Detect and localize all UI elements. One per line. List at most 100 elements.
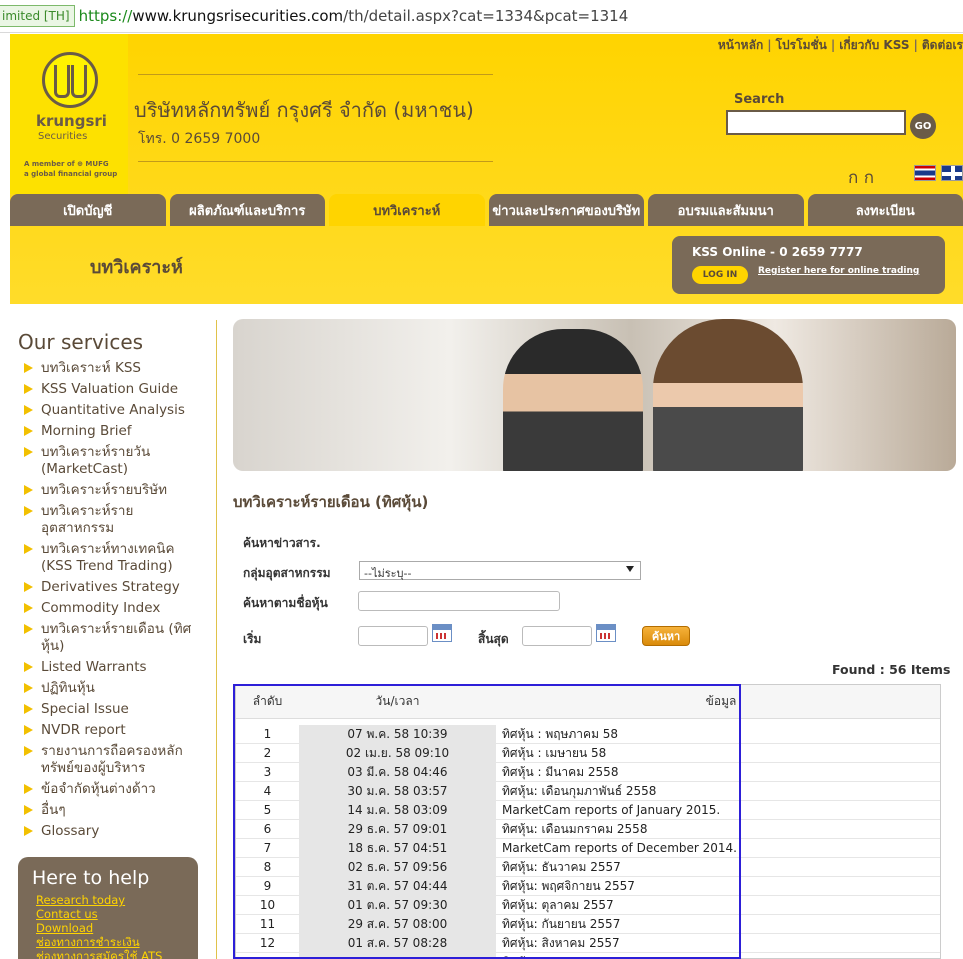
help-link-contact[interactable]: Contact us [36, 907, 162, 921]
company-name: บริษัทหลักทรัพย์ กรุงศรี จำกัด (มหาชน) [134, 98, 474, 122]
start-date-input[interactable] [358, 626, 428, 646]
table-row[interactable]: 3 03 มี.ค. 58 04:46 ทิศหุ้น : มีนาคม 2558 [236, 763, 940, 782]
end-date-input[interactable] [522, 626, 592, 646]
table-row[interactable]: 4 30 ม.ค. 58 03:57 ทิศหุ้น: เดือนกุมภาพันธ… [236, 782, 940, 801]
service-item[interactable]: บทวิเคราะห์ราย อุตสาหกรรม [18, 503, 194, 537]
service-item[interactable]: รายงานการถือครองหลักทรัพย์ของผู้บริหาร [18, 743, 194, 777]
table-row[interactable]: 10 01 ต.ค. 57 09:30 ทิศหุ้น: ตุลาคม 2557 [236, 896, 940, 915]
top-link-home[interactable]: หน้าหลัก [718, 38, 763, 52]
service-item[interactable]: Commodity Index [18, 600, 194, 617]
search-input[interactable] [726, 110, 906, 135]
service-item[interactable]: KSS Valuation Guide [18, 381, 194, 398]
service-item[interactable]: บทวิเคราะห์รายวัน (MarketCast) [18, 444, 194, 478]
row-info-link[interactable]: ทิศหุ้น: เดือนมกราคม 2558 [496, 820, 940, 839]
row-info-link[interactable]: ทิศหุ้น: เดือนกุมภาพันธ์ 2558 [496, 782, 940, 801]
help-link-payment[interactable]: ช่องทางการชำระเงิน [36, 935, 162, 949]
row-index: 7 [263, 841, 272, 855]
row-info-link[interactable]: ทิศหุ้น : มีนาคม 2558 [496, 763, 940, 782]
search-button[interactable]: ค้นหา [642, 626, 690, 646]
table-row[interactable]: 1303 ก.ค. 57 09:39ทิศหุ้น: กรกฎาคม 2557 [236, 953, 940, 959]
header-rule-bottom [138, 161, 493, 162]
industry-select[interactable]: --ไม่ระบุ-- [359, 561, 641, 580]
tab-news[interactable]: ข่าวและประกาศของบริษัท [488, 194, 644, 226]
row-index: 6 [263, 822, 272, 836]
row-info-link[interactable]: MarketCam reports of December 2014. [496, 841, 940, 855]
tab-research[interactable]: บทวิเคราะห์ [329, 194, 485, 226]
row-info-link[interactable]: ทิศหุ้น: กันยายน 2557 [496, 915, 940, 934]
column-header-index[interactable]: ลำดับ [236, 692, 299, 711]
service-item[interactable]: บทวิเคราะห์รายบริษัท [18, 482, 194, 499]
arrow-right-icon [24, 662, 33, 672]
top-link-contact[interactable]: ติดต่อเร [922, 38, 963, 52]
service-item[interactable]: Quantitative Analysis [18, 402, 194, 419]
help-link-download[interactable]: Download [36, 921, 162, 935]
table-row[interactable]: 9 31 ต.ค. 57 04:44 ทิศหุ้น: พฤศจิกายน 2557 [236, 877, 940, 896]
service-item[interactable]: Morning Brief [18, 423, 194, 440]
service-item[interactable]: บทวิเคราะห์ทางเทคนิค (KSS Trend Trading) [18, 541, 194, 575]
uk-flag-icon[interactable] [941, 165, 963, 181]
services-sidebar: Our services บทวิเคราะห์ KSS KSS Valuati… [18, 320, 218, 959]
row-info-link[interactable]: ทิศหุ้น : พฤษภาคม 58 [496, 725, 940, 744]
thai-flag-icon[interactable] [914, 165, 936, 181]
table-row[interactable]: 8 02 ธ.ค. 57 09:56 ทิศหุ้น: ธันวาคม 2557 [236, 858, 940, 877]
logo-area[interactable]: krungsri Securities A member of ⊕ MUFG a… [10, 34, 128, 194]
help-link-research-today[interactable]: Research today [36, 893, 162, 907]
help-title: Here to help [32, 867, 150, 889]
row-index: 8 [263, 860, 272, 874]
row-info-link[interactable]: MarketCam reports of January 2015. [496, 803, 940, 817]
tab-products[interactable]: ผลิตภัณฑ์และบริการ [169, 194, 325, 226]
service-item[interactable]: ปฏิทินหุ้น [18, 680, 194, 697]
kss-online-title: KSS Online - 0 2659 7777 [692, 245, 863, 259]
column-header-datetime[interactable]: วัน/เวลา [299, 685, 496, 718]
row-info-link[interactable]: ทิศหุ้น: พฤศจิกายน 2557 [496, 877, 940, 896]
tab-training[interactable]: อบรมและสัมมนา [648, 194, 804, 226]
row-info-link[interactable]: ทิศหุ้น: ตุลาคม 2557 [496, 896, 940, 915]
url-text[interactable]: https://www.krungsrisecurities.com/th/de… [79, 7, 629, 25]
calendar-icon[interactable] [432, 624, 452, 642]
service-item[interactable]: NVDR report [18, 722, 194, 739]
row-index: 4 [263, 784, 272, 798]
stock-name-input[interactable] [358, 591, 560, 611]
tab-open-account[interactable]: เปิดบัญชี [10, 194, 166, 226]
arrow-right-icon [24, 805, 33, 815]
row-info-link[interactable]: ทิศหุ้น: สิงหาคม 2557 [496, 934, 940, 953]
top-link-about[interactable]: เกี่ยวกับ KSS [839, 38, 909, 52]
row-info-link[interactable]: ทิศหุ้น : เมษายน 58 [496, 744, 940, 763]
service-item[interactable]: บทวิเคราะห์รายเดือน (ทิศหุ้น) [18, 621, 194, 655]
tab-register[interactable]: ลงทะเบียน [807, 194, 963, 226]
top-link-promotion[interactable]: โปรโมชั่น [776, 38, 827, 52]
row-index: 1 [263, 727, 272, 741]
service-item[interactable]: Special Issue [18, 701, 194, 718]
calendar-icon[interactable] [596, 624, 616, 642]
table-row[interactable]: 6 29 ธ.ค. 57 09:01 ทิศหุ้น: เดือนมกราคม 25… [236, 820, 940, 839]
mufg-line-2: a global financial group [24, 170, 118, 178]
login-button[interactable]: LOG IN [692, 266, 748, 284]
row-datetime: 03 ก.ค. 57 09:39 [299, 953, 496, 958]
service-item[interactable]: Listed Warrants [18, 659, 194, 676]
table-row[interactable]: 5 14 ม.ค. 58 03:09 MarketCam reports of Ja… [236, 801, 940, 820]
row-info-link[interactable]: ทิศหุ้น: ธันวาคม 2557 [496, 858, 940, 877]
address-bar[interactable]: imited [TH] https://www.krungsrisecuriti… [0, 0, 963, 33]
mufg-line-1: A member of ⊕ MUFG [24, 160, 109, 168]
help-link-ats[interactable]: ช่องทางการสมัครใช้ ATS [36, 949, 162, 959]
service-item[interactable]: อื่นๆ [18, 802, 194, 819]
service-item[interactable]: บทวิเคราะห์ KSS [18, 360, 194, 377]
table-row[interactable]: 7 18 ธ.ค. 57 04:51 MarketCam reports of De… [236, 839, 940, 858]
arrow-right-icon [24, 725, 33, 735]
table-row[interactable]: 12 01 ส.ค. 57 08:28 ทิศหุ้น: สิงหาคม 2557 [236, 934, 940, 953]
font-size-toggle[interactable]: ก ก [848, 164, 874, 191]
table-row[interactable]: 11 29 ส.ค. 57 08:00 ทิศหุ้น: กันยายน 2557 [236, 915, 940, 934]
row-info-link[interactable]: ทิศหุ้น: กรกฎาคม 2557 [496, 953, 940, 959]
service-item[interactable]: Glossary [18, 823, 194, 840]
service-item[interactable]: ข้อจำกัดหุ้นต่างด้าว [18, 781, 194, 798]
certificate-badge[interactable]: imited [TH] [0, 5, 75, 27]
row-datetime: 31 ต.ค. 57 04:44 [299, 877, 496, 895]
service-item[interactable]: Derivatives Strategy [18, 579, 194, 596]
register-link[interactable]: Register here for online trading [758, 266, 919, 276]
table-row[interactable]: 1 07 พ.ค. 58 10:39 ทิศหุ้น : พฤษภาคม 58 [236, 725, 940, 744]
column-header-info[interactable]: ข้อมูล [496, 692, 940, 711]
table-row[interactable]: 2 02 เม.ย. 58 09:10 ทิศหุ้น : เมษายน 58 [236, 744, 940, 763]
go-button[interactable]: GO [910, 113, 936, 139]
header-rule-top [138, 74, 493, 75]
arrow-right-icon [24, 426, 33, 436]
